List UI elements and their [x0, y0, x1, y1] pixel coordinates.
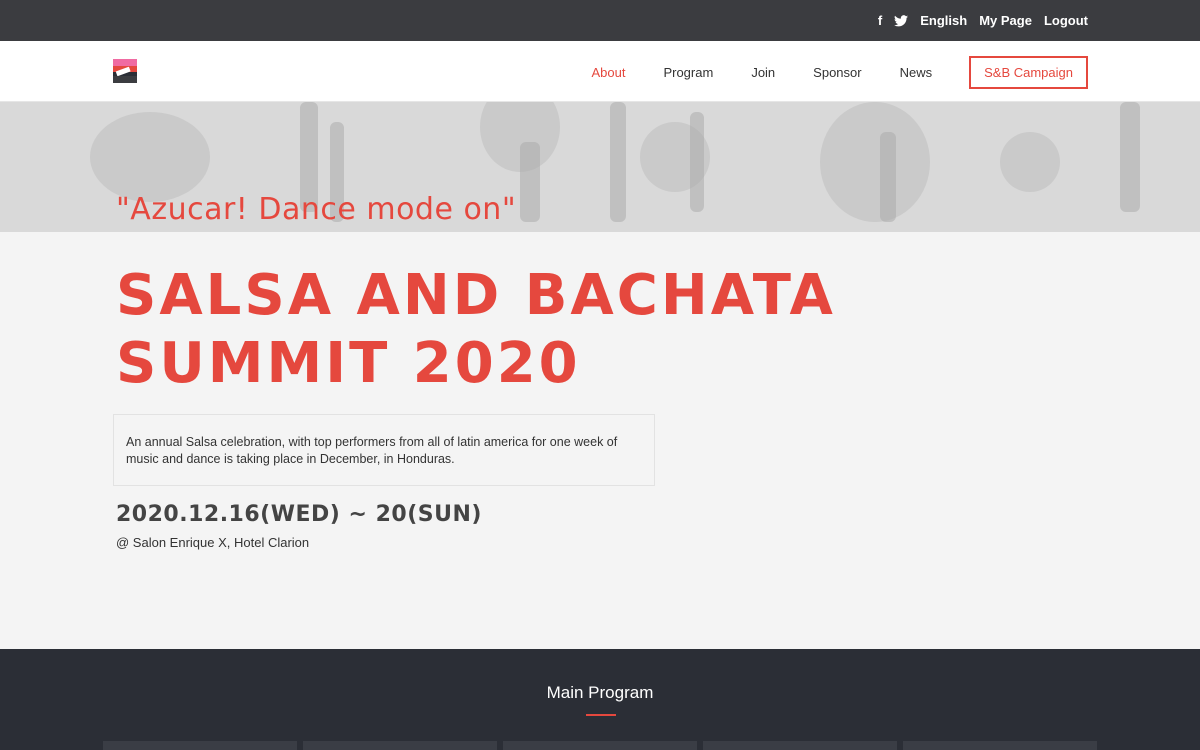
- event-venue: @ Salon Enrique X, Hotel Clarion: [116, 535, 310, 550]
- nav-item-sponsor[interactable]: Sponsor: [813, 65, 861, 80]
- logout-link[interactable]: Logout: [1044, 13, 1088, 28]
- primary-nav: About Program Join Sponsor News S&B Camp…: [553, 55, 1088, 89]
- main-program-title: Main Program: [546, 683, 654, 702]
- campaign-button[interactable]: S&B Campaign: [969, 55, 1088, 89]
- my-page-link[interactable]: My Page: [979, 13, 1032, 28]
- twitter-icon[interactable]: [894, 14, 909, 27]
- event-title: SALSA AND BACHATA SUMMIT 2020: [116, 263, 836, 396]
- event-date: 2020.12.16(WED) ~ 20(SUN): [116, 502, 482, 527]
- site-logo[interactable]: [113, 59, 137, 83]
- event-description-box: An annual Salsa celebration, with top pe…: [113, 414, 655, 486]
- main-navbar: About Program Join Sponsor News S&B Camp…: [0, 41, 1200, 102]
- nav-item-join[interactable]: Join: [751, 65, 775, 80]
- nav-item-program[interactable]: Program: [663, 65, 713, 80]
- top-utility-links: f English My Page Logout: [878, 0, 1088, 41]
- program-card[interactable]: [903, 741, 1097, 750]
- nav-item-news[interactable]: News: [900, 65, 933, 80]
- facebook-icon[interactable]: f: [878, 13, 882, 28]
- event-description: An annual Salsa celebration, with top pe…: [126, 435, 618, 466]
- language-link[interactable]: English: [920, 13, 967, 28]
- section-title-underline: [586, 714, 616, 716]
- program-card[interactable]: [103, 741, 297, 750]
- nav-item-about[interactable]: About: [591, 65, 625, 80]
- top-utility-bar: f English My Page Logout: [0, 0, 1200, 41]
- program-card[interactable]: [303, 741, 497, 750]
- hero-tagline: "Azucar! Dance mode on": [116, 192, 517, 227]
- program-card[interactable]: [503, 741, 697, 750]
- program-card[interactable]: [703, 741, 897, 750]
